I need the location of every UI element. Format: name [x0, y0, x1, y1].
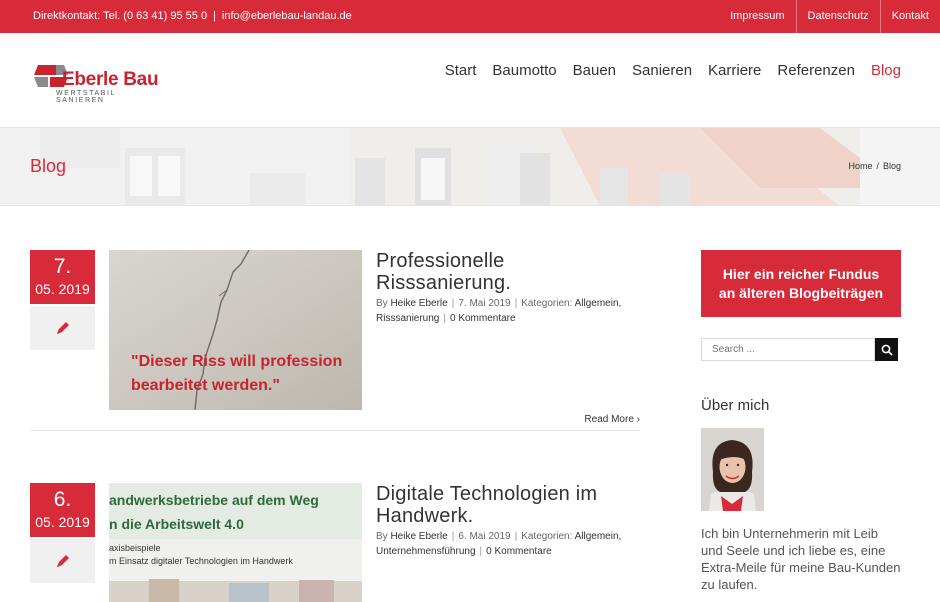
post-day: 7.	[53, 255, 72, 278]
post-title[interactable]: Digitale Technologien im Handwerk.	[376, 483, 646, 527]
post-date-box: 6. 05. 2019	[30, 483, 95, 537]
post-month: 05. 2019	[35, 514, 90, 530]
workshop-banner-image: andwerksbetriebe auf dem Weg n die Arbei…	[109, 483, 362, 602]
post-meta: By Heike Eberle | 7. Mai 2019 | Kategorien: …	[376, 298, 622, 324]
chevron-right-icon: ›	[636, 414, 640, 425]
nav-blog[interactable]: Blog	[871, 62, 901, 79]
blog-post: 6. 05. 2019 andwerksbetriebe auf dem Weg…	[30, 483, 640, 602]
pen-icon	[56, 322, 69, 334]
category-link[interactable]: Risssanierung	[376, 313, 439, 324]
nav-start[interactable]: Start	[445, 62, 477, 79]
contact-info: Direktkontakt: Tel. (0 63 41) 95 55 0 | in…	[33, 10, 352, 22]
logo-name: Eberle Bau	[62, 69, 159, 90]
category-link[interactable]: Unternehmensführung	[376, 546, 476, 557]
post-date: 6. Mai 2019	[458, 531, 511, 542]
category-link[interactable]: Allgemein,	[575, 298, 622, 309]
about-text: Ich bin Unternehmerin mit Leib und Seele…	[701, 526, 901, 592]
avatar	[701, 428, 764, 511]
kontakt-link[interactable]: Kontakt	[879, 0, 940, 33]
post-thumbnail[interactable]: andwerksbetriebe auf dem Weg n die Arbei…	[109, 483, 362, 602]
nav-bauen[interactable]: Bauen	[573, 62, 616, 79]
post-title[interactable]: Professionelle Risssanierung.	[376, 250, 646, 294]
title-bar-background	[0, 128, 940, 205]
blog-archive-banner[interactable]: Hier ein reicher Fundus an älteren Blogb…	[701, 250, 901, 317]
about-heading: Über mich	[701, 397, 770, 414]
image-caption-line1: andwerksbetriebe auf dem Weg	[109, 492, 319, 508]
post-divider	[30, 430, 640, 431]
search-form	[701, 338, 898, 361]
logo-tagline: WERTSTABIL SANIEREN	[56, 90, 116, 104]
datenschutz-link[interactable]: Datenschutz	[795, 0, 880, 33]
nav-baumotto[interactable]: Baumotto	[492, 62, 556, 79]
breadcrumb-current: Blog	[882, 161, 901, 171]
image-caption-line1: "Dieser Riss will profession	[131, 353, 342, 370]
search-icon	[881, 344, 893, 356]
post-thumbnail[interactable]: "Dieser Riss will profession bearbeitet …	[109, 250, 362, 410]
image-caption-line4: m Einsatz digitaler Technologien im Hand…	[109, 556, 293, 566]
post-format-box[interactable]	[30, 539, 95, 583]
email-link[interactable]: info@eberlebau-landau.de	[222, 10, 352, 22]
comments-link[interactable]: 0 Kommentare	[450, 313, 516, 324]
image-caption-line2: n die Arbeitswelt 4.0	[109, 516, 244, 532]
post-date-box: 7. 05. 2019	[30, 250, 95, 304]
image-caption-line3: axisbeispiele	[109, 543, 161, 553]
blog-post: 7. 05. 2019 "Dieser Riss will profession…	[30, 250, 640, 432]
post-format-box[interactable]	[30, 306, 95, 350]
post-day: 6.	[53, 488, 72, 511]
main-nav: Start Baumotto Bauen Sanieren Karriere R…	[429, 33, 901, 108]
post-author[interactable]: Heike Eberle	[390, 298, 447, 309]
search-input[interactable]	[701, 338, 875, 361]
breadcrumb: Home / Blog	[848, 161, 901, 171]
page-title: Blog	[30, 156, 67, 176]
impressum-link[interactable]: Impressum	[719, 0, 795, 33]
page-title-bar: Blog Home / Blog	[0, 128, 940, 206]
pen-icon	[56, 555, 69, 567]
crack-wall-image: "Dieser Riss will profession bearbeitet …	[109, 250, 362, 410]
top-links: Impressum Datenschutz Kontakt	[719, 0, 940, 33]
post-month: 05. 2019	[35, 281, 90, 297]
post-author[interactable]: Heike Eberle	[390, 531, 447, 542]
nav-sanieren[interactable]: Sanieren	[632, 62, 692, 79]
nav-karriere[interactable]: Karriere	[708, 62, 761, 79]
post-meta: By Heike Eberle | 6. Mai 2019 | Kategorien: …	[376, 531, 622, 557]
phone-contact[interactable]: Direktkontakt: Tel. (0 63 41) 95 55 0	[33, 10, 207, 22]
category-link[interactable]: Allgemein,	[575, 531, 622, 542]
comments-link[interactable]: 0 Kommentare	[486, 546, 552, 557]
search-button[interactable]	[875, 338, 898, 361]
read-more-link[interactable]: Read More ›	[584, 414, 640, 425]
post-date: 7. Mai 2019	[458, 298, 511, 309]
nav-referenzen[interactable]: Referenzen	[777, 62, 855, 79]
site-header: Eberle Bau WERTSTABIL SANIEREN Start Bau…	[0, 33, 940, 128]
breadcrumb-home[interactable]: Home	[848, 161, 872, 171]
site-logo[interactable]: Eberle Bau WERTSTABIL SANIEREN	[34, 63, 164, 104]
author-photo	[701, 428, 764, 511]
image-caption-line2: bearbeitet werden."	[131, 377, 280, 394]
top-bar: Direktkontakt: Tel. (0 63 41) 95 55 0 | in…	[0, 0, 940, 33]
